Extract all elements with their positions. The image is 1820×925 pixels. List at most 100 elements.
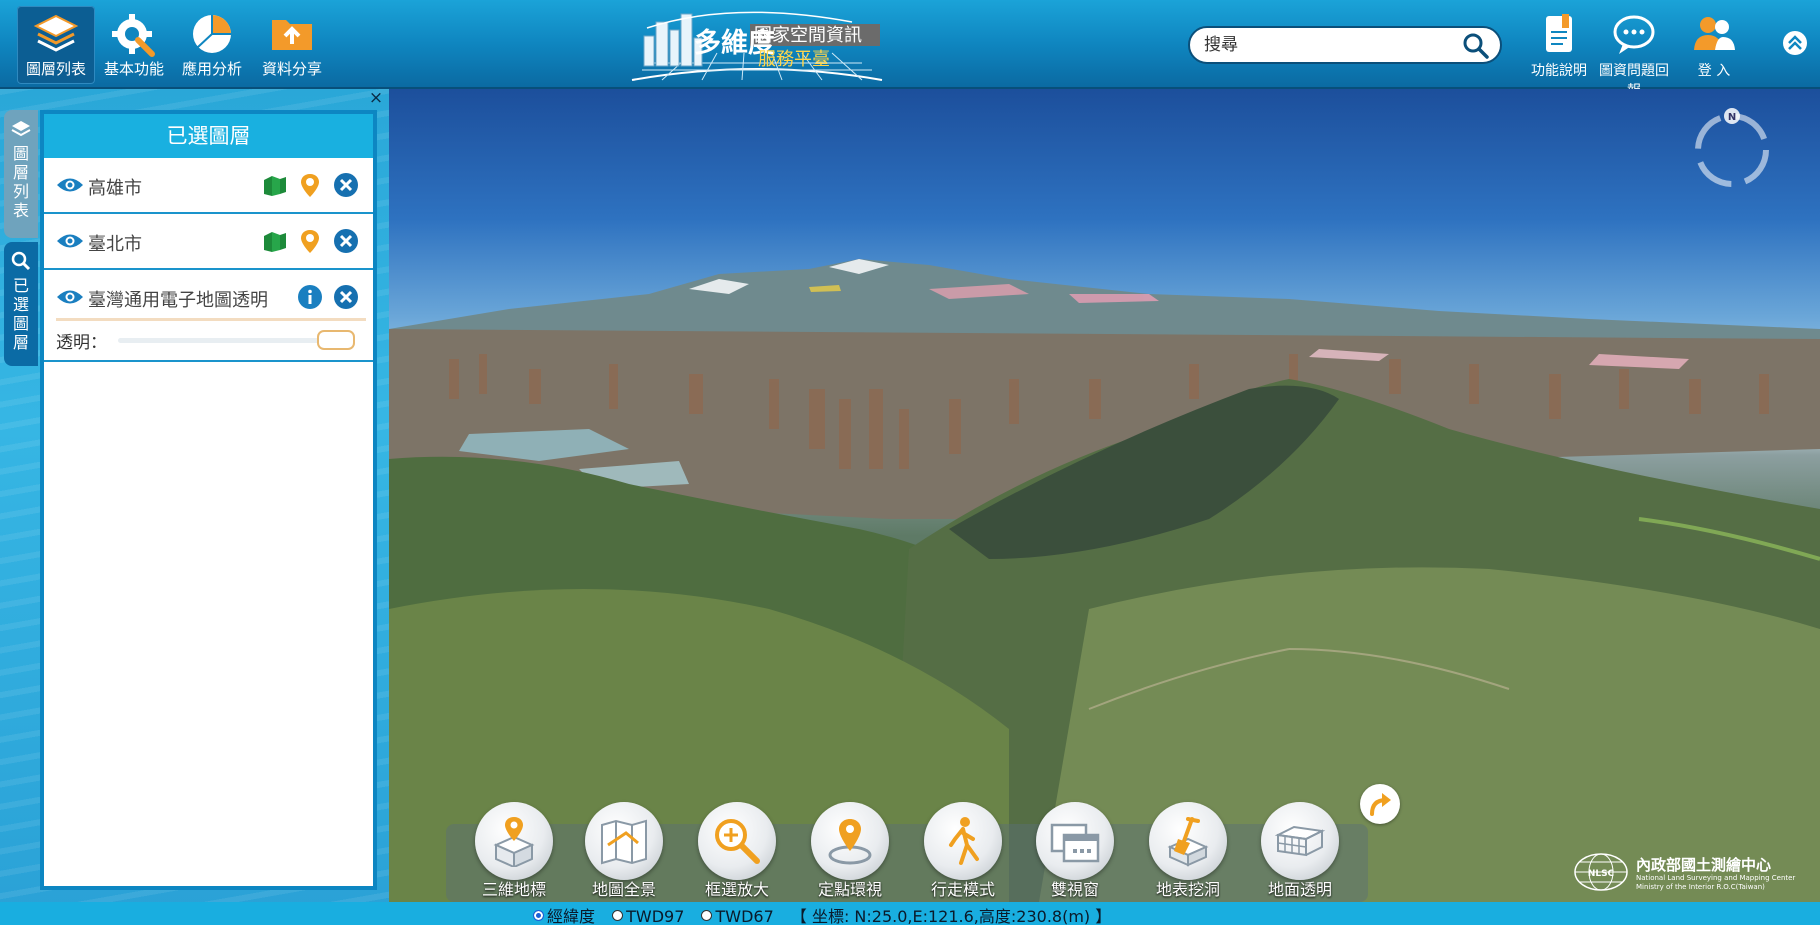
layer-row: 臺北市 [44, 214, 373, 270]
search-input[interactable] [1204, 33, 1454, 57]
tool-label: 三維地標 [481, 880, 546, 899]
tool-3d-landmark[interactable]: 三維地標 [459, 802, 569, 900]
radio-icon[interactable] [533, 910, 544, 921]
opacity-slider-track[interactable] [118, 338, 328, 343]
turn-arrow-icon [1370, 793, 1391, 816]
data-share-label: 資料分享 [261, 60, 322, 78]
ground-transparent-icon [1274, 825, 1326, 857]
opacity-slider-thumb[interactable] [317, 330, 355, 350]
users-icon [1694, 17, 1735, 50]
tool-map-panorama[interactable]: 地圖全景 [569, 802, 679, 900]
layer-list-button[interactable]: 圖層列表 [17, 6, 95, 84]
opacity-label: 透明： [56, 333, 107, 353]
tool-zoom-box[interactable]: 框選放大 [682, 802, 792, 900]
locate-pin-icon[interactable] [297, 228, 323, 254]
login-label: 登 入 [1697, 63, 1731, 79]
tab-selected-layers[interactable]: 已選圖層 [4, 242, 38, 366]
application-analysis-label: 應用分析 [181, 60, 242, 78]
eye-icon[interactable] [56, 176, 84, 194]
platform-logo: 多維度 國家空間資訊 服務平臺 [631, 11, 883, 81]
building-3d-icon[interactable] [262, 228, 288, 254]
agency-logo: NLSC 內政部國土測繪中心 National Land Surveying a… [1570, 850, 1810, 898]
tool-label: 地圖全景 [591, 880, 656, 899]
search-box [1188, 26, 1502, 64]
selected-layers-panel: 已選圖層 高雄市 臺北市 臺灣通用電子地圖透明 透明： [40, 110, 377, 890]
logo-line2: 服務平臺 [758, 49, 830, 70]
login-button[interactable]: 登 入 [1684, 12, 1744, 80]
application-analysis-button[interactable]: 應用分析 [173, 6, 251, 84]
gear-wrench-icon [112, 14, 155, 57]
help-button[interactable]: 功能說明 [1524, 12, 1594, 80]
tool-ground-transparent[interactable]: 地面透明 [1245, 802, 1355, 900]
tool-label: 行走模式 [930, 880, 995, 899]
chat-icon [1613, 15, 1655, 54]
pie-chart-icon [193, 15, 231, 53]
report-issue-button[interactable]: 圖資問題回報 [1594, 12, 1674, 100]
radio-icon[interactable] [701, 910, 713, 921]
tool-label: 地面透明 [1267, 880, 1332, 899]
nlsc-badge: NLSC [1588, 869, 1615, 879]
tool-label: 框選放大 [704, 880, 769, 899]
remove-layer-icon[interactable] [333, 284, 359, 310]
compass-north-label: N [1728, 112, 1736, 123]
building-3d-icon[interactable] [262, 172, 288, 198]
data-share-button[interactable]: 資料分享 [253, 6, 331, 84]
info-icon[interactable] [297, 284, 323, 310]
layers-icon [33, 14, 79, 52]
rotate-view-button[interactable] [1360, 784, 1400, 824]
tool-label: 雙視窗 [1050, 880, 1099, 899]
remove-layer-icon[interactable] [333, 172, 359, 198]
tab-layer-list[interactable]: 圖層列表 [4, 110, 38, 238]
layer-list-label: 圖層列表 [25, 60, 86, 78]
coord-option-twd97[interactable]: TWD97 [612, 907, 684, 925]
search-layer-icon [11, 251, 31, 271]
layer-name: 臺北市 [88, 234, 142, 255]
tool-walk-mode[interactable]: 行走模式 [908, 802, 1018, 900]
basic-functions-button[interactable]: 基本功能 [95, 6, 173, 84]
upload-folder-icon [272, 20, 312, 50]
tool-point-orbit[interactable]: 定點環視 [795, 802, 905, 900]
collapse-header-icon[interactable] [1782, 30, 1808, 56]
top-toolbar: 圖層列表 基本功能 應用分析 資料分享 多維度 國家空間資訊 服務平臺 搜尋 功… [0, 0, 1820, 99]
agency-english-name: National Land Surveying and Mapping Cent… [1636, 874, 1796, 882]
agency-name: 內政部國土測繪中心 [1636, 856, 1772, 874]
layer-loading-bar [56, 318, 366, 321]
panel-title: 已選圖層 [44, 114, 373, 158]
coordinate-status-bar: 經緯度 TWD97 TWD67 【 坐標: N:25.0,E:121.6,高度:… [0, 902, 1820, 925]
map-3d-view[interactable] [389, 89, 1820, 902]
tab-layer-list-label: 圖層列表 [12, 144, 29, 220]
tool-dual-window[interactable]: 雙視窗 [1020, 802, 1130, 900]
layer-row: 高雄市 [44, 158, 373, 214]
zoom-box-icon [715, 819, 760, 864]
coord-option-twd67[interactable]: TWD67 [701, 907, 774, 925]
layers-icon [11, 121, 31, 137]
terrain-scene [389, 259, 1820, 902]
tool-label: 地表挖洞 [1155, 880, 1220, 899]
search-icon[interactable] [1462, 32, 1490, 60]
tool-dig-surface[interactable]: 地表挖洞 [1133, 802, 1243, 900]
eye-icon[interactable] [56, 232, 84, 250]
panel-close-button[interactable]: × [367, 89, 385, 107]
compass-control[interactable]: N [1690, 106, 1774, 190]
coord-option-label: 經緯度 [547, 907, 596, 925]
basic-functions-label: 基本功能 [103, 60, 164, 78]
help-label: 功能說明 [1531, 63, 1587, 79]
coordinate-readout: 【 坐標: N:25.0,E:121.6,高度:230.8(m) 】 [790, 907, 1112, 925]
remove-layer-icon[interactable] [333, 228, 359, 254]
walk-icon [949, 817, 979, 865]
dig-shovel-icon [1167, 817, 1209, 867]
agency-ministry: Ministry of the Interior R.O.C(Taiwan) [1636, 883, 1765, 891]
coord-option-latlon[interactable]: 經緯度 [533, 907, 595, 925]
dual-window-icon [1050, 823, 1100, 863]
eye-icon[interactable] [56, 288, 84, 306]
point-orbit-icon [828, 819, 872, 865]
locate-pin-icon[interactable] [297, 172, 323, 198]
layer-name: 臺灣通用電子地圖透明 [88, 290, 268, 311]
nlsc-globe-icon: NLSC [1574, 853, 1628, 891]
coord-option-label: TWD97 [626, 907, 685, 925]
book-icon [1546, 14, 1572, 52]
landmark-3d-icon [493, 817, 535, 867]
logo-line1: 國家空間資訊 [754, 25, 862, 46]
radio-icon[interactable] [612, 910, 624, 921]
layer-row: 臺灣通用電子地圖透明 透明： [44, 270, 373, 362]
